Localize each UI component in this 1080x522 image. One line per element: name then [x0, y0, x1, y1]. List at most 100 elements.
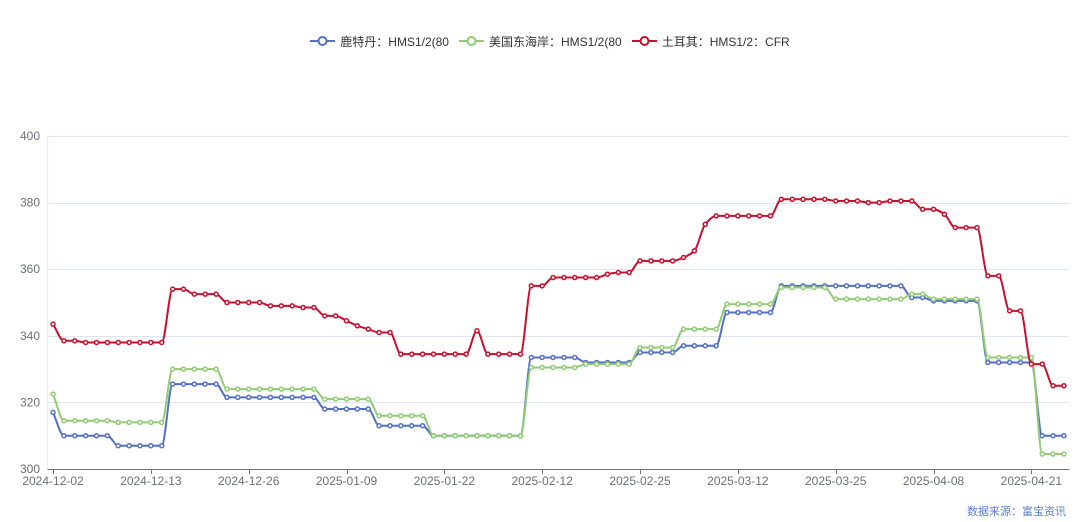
data-point[interactable] — [278, 386, 285, 392]
data-point[interactable] — [887, 296, 893, 302]
data-point[interactable] — [648, 258, 654, 264]
data-point[interactable] — [865, 199, 872, 206]
data-point[interactable] — [387, 422, 393, 429]
data-point[interactable] — [669, 344, 676, 351]
data-point[interactable] — [745, 301, 752, 307]
data-point[interactable] — [713, 326, 719, 332]
data-point[interactable] — [104, 339, 111, 346]
data-point[interactable] — [832, 283, 839, 289]
data-point[interactable] — [626, 269, 632, 276]
data-point[interactable] — [213, 291, 219, 297]
data-point[interactable] — [82, 432, 89, 439]
data-point[interactable] — [604, 271, 611, 277]
data-point[interactable] — [126, 419, 132, 426]
data-point[interactable] — [995, 359, 1002, 366]
data-point[interactable] — [169, 286, 176, 292]
data-point[interactable] — [72, 338, 78, 344]
data-point[interactable] — [778, 284, 785, 291]
data-point[interactable] — [952, 224, 959, 231]
data-point[interactable] — [398, 422, 404, 429]
data-point[interactable] — [1017, 359, 1024, 366]
data-point[interactable] — [354, 396, 361, 402]
data-point[interactable] — [854, 283, 861, 289]
data-point[interactable] — [789, 196, 795, 203]
data-point[interactable] — [61, 417, 67, 424]
data-point[interactable] — [495, 351, 502, 357]
data-point[interactable] — [963, 224, 969, 231]
data-point[interactable] — [82, 417, 89, 424]
data-point[interactable] — [126, 442, 132, 449]
data-point[interactable] — [528, 364, 535, 371]
data-point[interactable] — [1039, 432, 1045, 439]
data-point[interactable] — [495, 432, 502, 439]
data-point[interactable] — [180, 286, 187, 292]
data-point[interactable] — [811, 196, 817, 203]
data-point[interactable] — [680, 326, 687, 332]
data-point[interactable] — [724, 309, 730, 316]
data-point[interactable] — [702, 343, 708, 349]
data-point[interactable] — [898, 198, 904, 204]
data-point[interactable] — [1039, 361, 1045, 367]
data-point[interactable] — [637, 349, 643, 356]
data-point[interactable] — [1061, 432, 1067, 439]
data-point[interactable] — [409, 351, 415, 357]
data-point[interactable] — [963, 296, 969, 302]
data-point[interactable] — [61, 432, 67, 439]
data-point[interactable] — [332, 406, 339, 412]
data-point[interactable] — [213, 366, 219, 372]
data-point[interactable] — [756, 309, 763, 316]
data-point[interactable] — [137, 339, 143, 346]
data-point[interactable] — [158, 442, 165, 449]
data-point[interactable] — [430, 351, 437, 357]
data-point[interactable] — [615, 269, 622, 276]
data-point[interactable] — [691, 326, 698, 332]
data-point[interactable] — [354, 323, 361, 329]
data-point[interactable] — [126, 339, 132, 346]
data-point[interactable] — [365, 396, 372, 402]
data-point[interactable] — [637, 344, 643, 351]
data-point[interactable] — [332, 313, 339, 319]
data-point[interactable] — [1006, 354, 1013, 361]
data-point[interactable] — [680, 343, 687, 349]
data-point[interactable] — [550, 354, 556, 361]
data-point[interactable] — [865, 283, 872, 289]
data-point[interactable] — [550, 364, 556, 371]
data-point[interactable] — [235, 299, 241, 306]
data-point[interactable] — [202, 291, 208, 297]
data-point[interactable] — [637, 258, 643, 264]
data-point[interactable] — [854, 296, 861, 302]
data-point[interactable] — [789, 284, 795, 291]
data-point[interactable] — [419, 422, 426, 429]
data-point[interactable] — [180, 366, 187, 372]
data-point[interactable] — [256, 299, 263, 306]
data-point[interactable] — [680, 254, 687, 261]
data-point[interactable] — [224, 386, 230, 392]
data-point[interactable] — [311, 304, 317, 311]
data-point[interactable] — [572, 354, 578, 361]
data-point[interactable] — [343, 318, 350, 324]
data-point[interactable] — [745, 213, 752, 219]
data-point[interactable] — [93, 417, 100, 424]
data-point[interactable] — [1050, 451, 1056, 457]
data-point[interactable] — [615, 361, 622, 367]
data-point[interactable] — [561, 354, 567, 361]
data-point[interactable] — [735, 301, 741, 307]
data-point[interactable] — [235, 394, 241, 401]
data-point[interactable] — [50, 321, 56, 327]
data-point[interactable] — [1017, 354, 1024, 361]
data-point[interactable] — [843, 283, 850, 289]
data-point[interactable] — [224, 394, 230, 401]
data-point[interactable] — [278, 303, 285, 309]
data-point[interactable] — [322, 396, 328, 402]
data-point[interactable] — [539, 364, 545, 371]
data-point[interactable] — [550, 274, 556, 281]
data-point[interactable] — [572, 364, 578, 371]
data-point[interactable] — [919, 291, 926, 297]
data-point[interactable] — [300, 304, 306, 311]
data-point[interactable] — [365, 326, 372, 332]
data-point[interactable] — [224, 299, 230, 306]
data-point[interactable] — [854, 198, 861, 204]
data-point[interactable] — [1061, 451, 1067, 457]
data-point[interactable] — [202, 366, 208, 372]
data-point[interactable] — [419, 351, 426, 357]
